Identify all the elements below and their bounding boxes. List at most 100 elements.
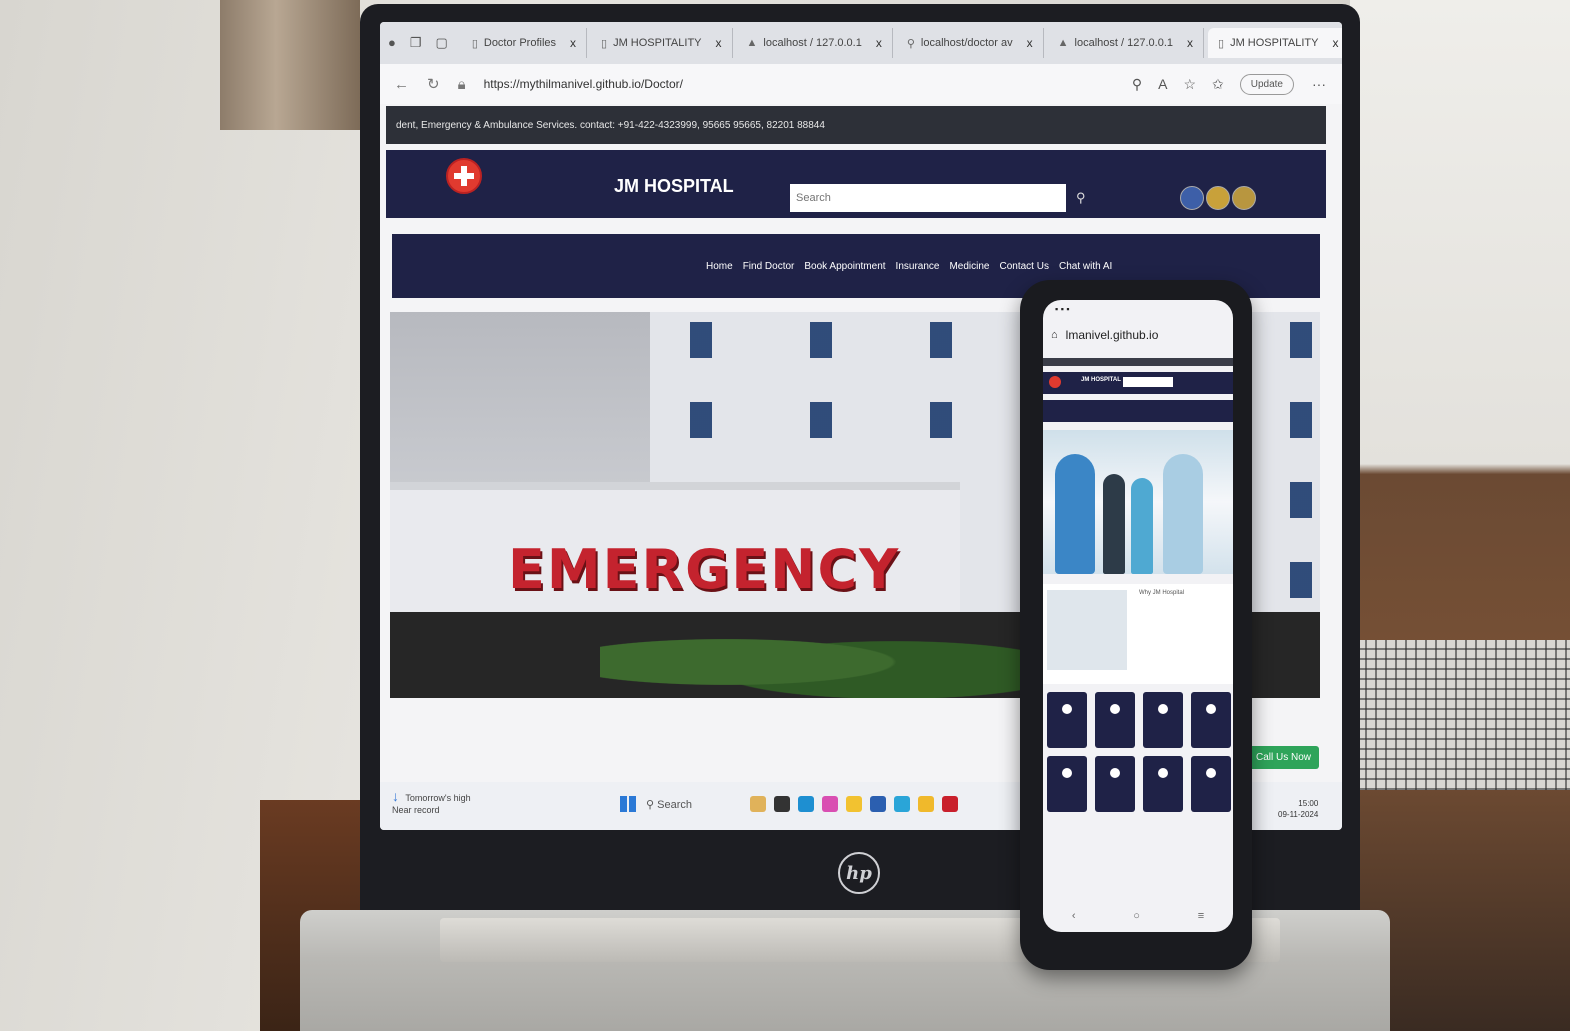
copilot-icon[interactable] [822, 796, 838, 812]
service-tile[interactable] [1143, 692, 1183, 748]
wall-and-bench [1350, 0, 1570, 1031]
doctor-figure [1103, 474, 1125, 574]
nav-insurance[interactable]: Insurance [896, 261, 940, 272]
service-tile[interactable] [1047, 692, 1087, 748]
refresh-icon[interactable]: ↻ [427, 75, 440, 93]
page-icon: ▯ [471, 37, 478, 50]
mcafee-icon[interactable] [942, 796, 958, 812]
phone-address-bar: ⌂ lmanivel.github.io [1043, 320, 1233, 350]
call-now-button[interactable]: Call Us Now [1248, 746, 1320, 769]
search-icon[interactable]: ⚲ [1076, 190, 1086, 206]
doctor-figure [1163, 454, 1203, 574]
nav-contact-us[interactable]: Contact Us [1000, 261, 1049, 272]
taskbar-search[interactable]: ⚲ Search [646, 798, 692, 811]
phone-service-grid [1043, 692, 1233, 812]
curtain [220, 0, 360, 130]
phone-hero-image [1043, 430, 1233, 574]
back-icon[interactable]: ← [394, 76, 409, 93]
nav-find-doctor[interactable]: Find Doctor [743, 261, 795, 272]
nav-medicine[interactable]: Medicine [949, 261, 989, 272]
recents-icon[interactable]: ≡ [1198, 910, 1204, 922]
page-icon: ▯ [601, 37, 608, 50]
store-icon[interactable] [870, 796, 886, 812]
photo-scene: hp ● ❐ ▢ ▯ Doctor Profiles x ▯ JM HOSPITALI… [0, 0, 1570, 1031]
close-icon[interactable]: x [1332, 36, 1338, 50]
tab-actions-icon[interactable]: ▢ [436, 35, 448, 51]
close-icon[interactable]: x [716, 36, 722, 50]
close-icon[interactable]: x [1187, 36, 1193, 50]
page-icon: ▯ [1218, 37, 1225, 50]
emergency-sign: EMERGENCY [508, 538, 901, 601]
app-icon[interactable] [774, 796, 790, 812]
home-icon[interactable]: ⌂ [1051, 329, 1058, 341]
service-tile[interactable] [1191, 756, 1231, 812]
hospital-cross-logo[interactable] [1049, 376, 1061, 388]
service-tile[interactable] [1143, 756, 1183, 812]
close-icon[interactable]: x [1027, 36, 1033, 50]
more-icon[interactable]: ··· [1312, 76, 1326, 92]
browser-tab[interactable]: ▲ localhost / 127.0.0.1 x [737, 28, 893, 58]
gold-badge-icon [1232, 186, 1256, 210]
file-explorer-icon[interactable] [846, 796, 862, 812]
browser-tab[interactable]: ⚲ localhost/doctor av x [897, 28, 1044, 58]
gold-badge-icon [1206, 186, 1230, 210]
edge-icon[interactable] [798, 796, 814, 812]
bench-mesh [1355, 640, 1570, 790]
browser-tab-bar: ● ❐ ▢ ▯ Doctor Profiles x ▯ JM HOSPITALITY x… [380, 22, 1342, 64]
lock-icon: 🔒︎ [457, 75, 466, 93]
doctor-figure [1131, 478, 1153, 574]
phone-site-header: JM HOSPITAL [1043, 372, 1233, 394]
address-bar: ← ↻ 🔒︎ https://mythilmanivel.github.io/D… [380, 64, 1342, 104]
nav-chat-with-ai[interactable]: Chat with AI [1059, 261, 1112, 272]
favorites-icon[interactable]: ✩ [1212, 76, 1224, 93]
phpmyadmin-icon: ▲ [746, 37, 758, 49]
url-field[interactable]: https://mythilmanivel.github.io/Doctor/ [484, 77, 1132, 91]
read-aloud-icon[interactable]: A [1158, 76, 1167, 92]
phpmyadmin-icon: ▲ [1057, 37, 1069, 49]
site-brand[interactable]: JM HOSPITAL [614, 176, 734, 197]
nav-book-appointment[interactable]: Book Appointment [804, 261, 885, 272]
phone-nav [1043, 400, 1233, 422]
site-header: JM HOSPITAL ⚲ [386, 150, 1326, 218]
phone-status-bar: ▪ ▪ ▪ [1055, 304, 1070, 314]
favorite-star-icon[interactable]: ☆ [1183, 76, 1196, 93]
home-button-icon[interactable]: ○ [1133, 910, 1140, 922]
python-icon[interactable] [918, 796, 934, 812]
hp-logo: hp [838, 852, 880, 894]
why-title: Why JM Hospital [1139, 590, 1185, 596]
phone-url[interactable]: lmanivel.github.io [1066, 328, 1159, 342]
phone-contact-strip [1043, 358, 1233, 366]
windows-start-icon[interactable] [620, 796, 636, 812]
close-icon[interactable]: x [570, 36, 576, 50]
phone-site-brand: JM HOSPITAL [1081, 377, 1121, 383]
browser-tab[interactable]: ▯ Doctor Profiles x [462, 28, 588, 58]
phone-nav-bar: ‹ ○ ≡ [1043, 910, 1233, 922]
weather-widget[interactable]: ↓ Tomorrow's high Near record [392, 788, 471, 816]
update-button[interactable]: Update [1239, 73, 1294, 95]
service-tile[interactable] [1047, 756, 1087, 812]
browser-tab[interactable]: ▲ localhost / 127.0.0.1 x [1048, 28, 1204, 58]
system-clock[interactable]: 15:00 09-11-2024 [1278, 798, 1318, 820]
browser-tab-active[interactable]: ▯ JM HOSPITALITY x [1208, 28, 1342, 58]
back-icon[interactable]: ‹ [1072, 910, 1076, 922]
accreditation-badges [1180, 186, 1256, 210]
close-icon[interactable]: x [876, 36, 882, 50]
service-tile[interactable] [1095, 692, 1135, 748]
nav-home[interactable]: Home [706, 261, 733, 272]
search-icon: ⚲ [906, 37, 915, 50]
service-tile[interactable] [1191, 692, 1231, 748]
workspaces-icon[interactable]: ❐ [410, 35, 422, 51]
phone-search-input[interactable] [1123, 377, 1173, 387]
service-tile[interactable] [1095, 756, 1135, 812]
phone-why-section: Why JM Hospital [1043, 584, 1233, 684]
nabh-badge-icon [1180, 186, 1204, 210]
weather-icon: ↓ [392, 788, 399, 804]
vscode-icon[interactable] [894, 796, 910, 812]
zoom-icon[interactable]: ⚲ [1132, 76, 1142, 93]
site-search-input[interactable] [790, 184, 1066, 212]
app-icon[interactable] [750, 796, 766, 812]
browser-tab[interactable]: ▯ JM HOSPITALITY x [591, 28, 733, 58]
hospital-cross-logo[interactable] [446, 158, 482, 194]
profile-icon[interactable]: ● [388, 35, 396, 51]
doctors-photo [1047, 590, 1127, 670]
